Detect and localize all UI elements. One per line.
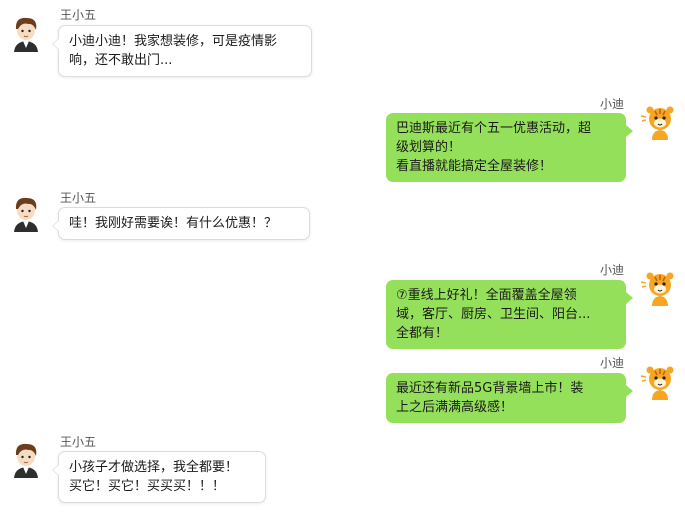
tiger-mascot-icon xyxy=(640,106,674,140)
sender-name: 王小五 xyxy=(60,8,97,22)
sender-name: 王小五 xyxy=(60,435,97,449)
message-bubble[interactable]: ⑦重线上好礼！全面覆盖全屋领 域，客厅、厨房、卫生间、阳台... 全都有！ xyxy=(386,280,633,349)
message-bubble[interactable]: 哇！我刚好需要诶！有什么优惠！？ xyxy=(52,207,310,240)
boy-avatar-icon xyxy=(14,443,38,478)
tiger-mascot-icon xyxy=(640,366,674,400)
sender-name: 小迪 xyxy=(600,356,625,370)
sender-name: 小迪 xyxy=(600,263,625,277)
message-bubble[interactable]: 小迪小迪！我家想装修，可是疫情影 响，还不敢出门... xyxy=(52,25,312,77)
boy-avatar-icon xyxy=(14,17,38,52)
message-bubble[interactable]: 巴迪斯最近有个五一优惠活动，超 级划算的！ 看直播就能搞定全屋装修！ xyxy=(386,113,633,182)
sender-name: 王小五 xyxy=(60,191,97,205)
boy-avatar-icon xyxy=(14,197,38,232)
tiger-mascot-icon xyxy=(640,272,674,306)
message-bubble[interactable]: 小孩子才做选择，我全都要！ 买它！买它！买买买！！！ xyxy=(52,451,266,503)
sender-name: 小迪 xyxy=(600,97,625,111)
message-bubble[interactable]: 最近还有新品5G背景墙上市！装 上之后满满高级感！ xyxy=(386,373,633,423)
